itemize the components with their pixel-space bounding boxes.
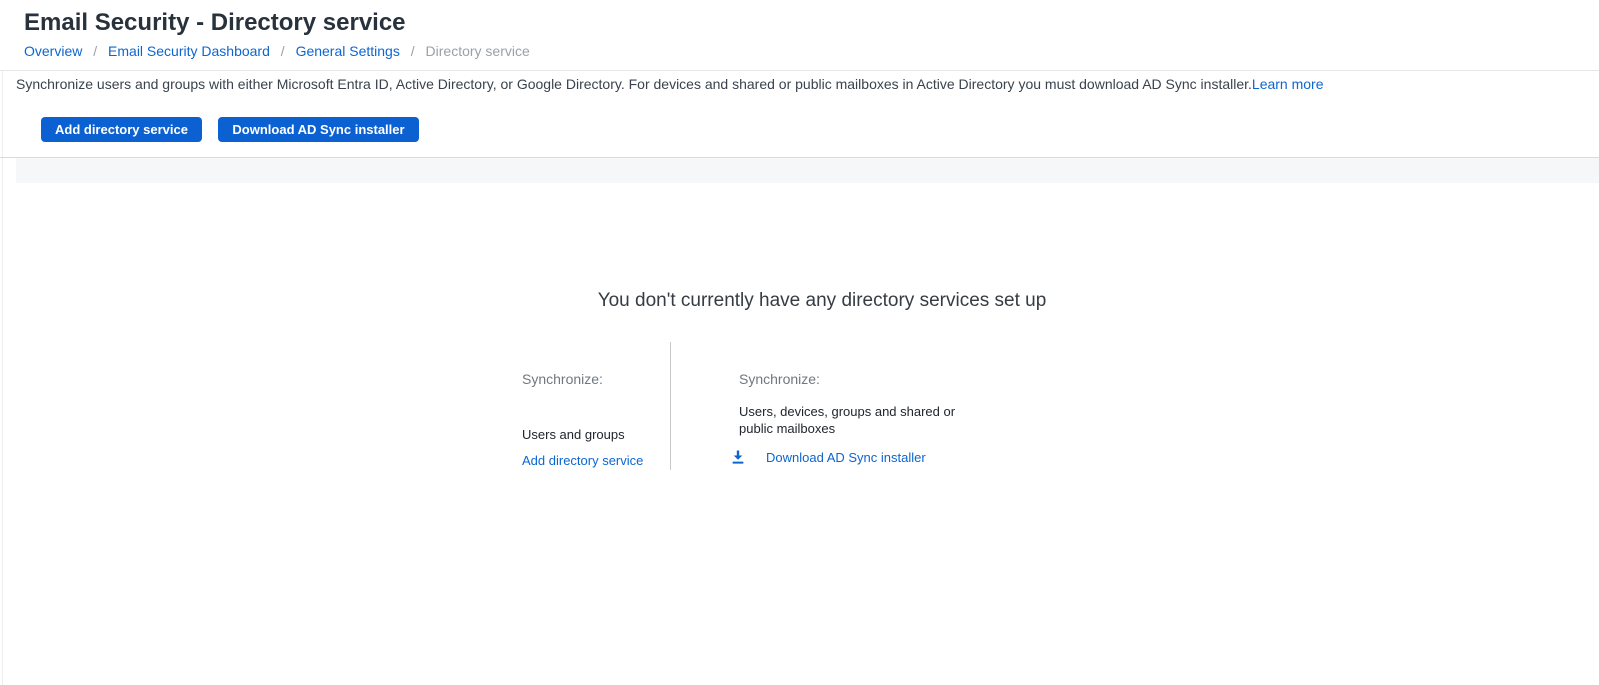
pane-left-border (2, 0, 3, 685)
intro-row: Synchronize users and groups with either… (16, 76, 1589, 92)
sync-right-label: Synchronize: (739, 371, 957, 388)
breadcrumb-email-security-dashboard[interactable]: Email Security Dashboard (108, 43, 270, 59)
intro-description: Synchronize users and groups with either… (16, 76, 1252, 92)
breadcrumb-general-settings[interactable]: General Settings (296, 43, 400, 59)
empty-state-heading: You don't currently have any directory s… (0, 290, 1599, 312)
download-ad-sync-installer-link[interactable]: Download AD Sync installer (766, 450, 926, 465)
sync-right-column: Synchronize: Users, devices, groups and … (739, 371, 957, 465)
learn-more-link[interactable]: Learn more (1252, 76, 1324, 92)
sync-left-body: Users and groups (522, 427, 692, 443)
breadcrumb-current-directory-service: Directory service (426, 43, 530, 59)
directory-service-page: Email Security - Directory service Overv… (0, 0, 1599, 685)
add-directory-service-link[interactable]: Add directory service (522, 453, 643, 468)
column-divider (670, 342, 671, 470)
download-icon (730, 449, 746, 465)
add-directory-service-button[interactable]: Add directory service (41, 117, 202, 142)
sync-left-column: Synchronize: Users and groups Add direct… (522, 371, 692, 468)
breadcrumb-separator: / (281, 43, 285, 59)
download-row: Download AD Sync installer (730, 449, 957, 465)
toolbar: Add directory service Download AD Sync i… (41, 117, 431, 142)
sync-right-body: Users, devices, groups and shared or pub… (739, 403, 957, 437)
table-header-strip (16, 158, 1599, 183)
page-title: Email Security - Directory service (24, 9, 1599, 37)
breadcrumb-separator: / (411, 43, 415, 59)
breadcrumb-separator: / (93, 43, 97, 59)
breadcrumb: Overview / Email Security Dashboard / Ge… (24, 43, 1599, 59)
sync-left-label: Synchronize: (522, 371, 692, 388)
page-header: Email Security - Directory service Overv… (0, 0, 1599, 71)
download-ad-sync-installer-button[interactable]: Download AD Sync installer (218, 117, 418, 142)
breadcrumb-overview[interactable]: Overview (24, 43, 82, 59)
